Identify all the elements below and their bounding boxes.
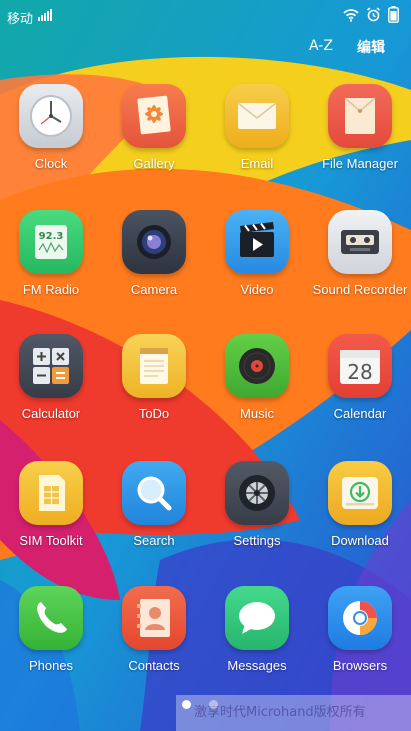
app-messages[interactable]: Messages [207,586,307,696]
browser-icon [328,586,392,650]
fm-frequency-text: 92.3 [39,231,64,242]
calendar-icon: 28 [328,334,392,398]
file-manager-icon [328,84,392,148]
app-sim-toolkit[interactable]: SIM Toolkit [1,461,101,571]
signal-icon [38,9,52,21]
app-label: Email [240,156,274,171]
page-indicator [182,700,218,709]
app-label: File Manager [322,156,398,171]
search-icon [122,461,186,525]
app-label: Calendar [333,406,387,421]
app-search[interactable]: Search [104,461,204,571]
app-calendar[interactable]: 28 Calendar [310,334,410,444]
app-label: Messages [227,658,287,673]
camera-icon [122,210,186,274]
app-sound-recorder[interactable]: Sound Recorder [310,210,410,320]
app-label: Phones [28,658,74,673]
app-label: Music [240,406,274,421]
app-label: ToDo [138,406,170,421]
app-file-manager[interactable]: File Manager [310,84,410,194]
app-todo[interactable]: ToDo [104,334,204,444]
calendar-day-text: 28 [347,360,372,384]
app-video[interactable]: Video [207,210,307,320]
music-icon [225,334,289,398]
app-contacts[interactable]: Contacts [104,586,204,696]
top-bar: A-Z 编辑 [0,36,411,60]
messages-icon [225,586,289,650]
app-label: FM Radio [22,282,80,297]
app-label: Clock [34,156,68,171]
app-label: Download [331,533,389,548]
edit-button[interactable]: 编辑 [357,37,385,57]
app-label: Camera [130,282,178,297]
app-phones[interactable]: Phones [1,586,101,696]
app-settings[interactable]: Settings [207,461,307,571]
wifi-icon [343,8,359,22]
fm-radio-icon: 92.3 [19,210,83,274]
calculator-icon [19,334,83,398]
app-label: Gallery [133,156,175,171]
page-dot-active[interactable] [182,700,191,709]
battery-icon [388,6,399,23]
app-label: Sound Recorder [312,282,408,297]
email-icon [225,84,289,148]
video-icon [225,210,289,274]
alarm-icon [367,7,380,22]
sort-az-button[interactable]: A-Z [309,38,333,54]
app-email[interactable]: Email [207,84,307,194]
app-camera[interactable]: Camera [104,210,204,320]
app-fm-radio[interactable]: 92.3 FM Radio [1,210,101,320]
app-browsers[interactable]: Browsers [310,586,410,696]
carrier-label: 移动 [7,12,34,27]
settings-icon [225,461,289,525]
status-bar: 移动 [0,0,411,32]
contacts-icon [122,586,186,650]
app-label: Settings [233,533,281,548]
page-dot[interactable] [209,700,218,709]
app-label: Contacts [128,658,180,673]
download-icon [328,461,392,525]
app-label: Calculator [21,406,81,421]
app-gallery[interactable]: Gallery [104,84,204,194]
app-download[interactable]: Download [310,461,410,571]
phone-icon [19,586,83,650]
app-label: SIM Toolkit [19,533,83,548]
sim-toolkit-icon [19,461,83,525]
app-label: Search [133,533,175,548]
gallery-icon [122,84,186,148]
todo-icon [122,334,186,398]
app-label: Video [240,282,274,297]
app-label: Browsers [332,658,388,673]
app-clock[interactable]: Clock [1,84,101,194]
app-calculator[interactable]: Calculator [1,334,101,444]
clock-icon [19,84,83,148]
sound-recorder-icon [328,210,392,274]
app-music[interactable]: Music [207,334,307,444]
